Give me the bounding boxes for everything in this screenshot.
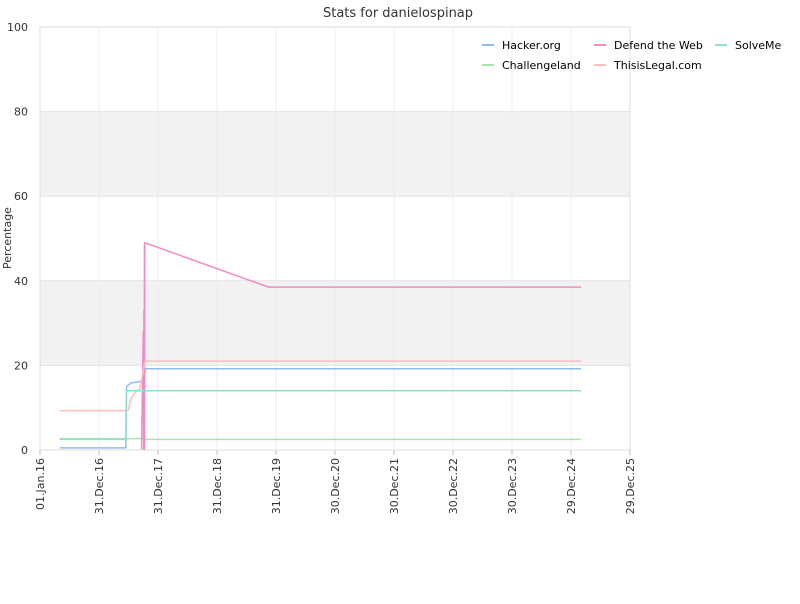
x-tick-label: 29.Dec.25 [624, 458, 637, 514]
legend-item-label[interactable]: Hacker.org [502, 39, 561, 52]
y-axis-label: Percentage [1, 207, 14, 269]
x-tick-label: 29.Dec.24 [565, 458, 578, 514]
chart-container: 0 20 40 60 80 100 01.Jan.16 31.Dec.16 31.Dec.17 3… [0, 0, 800, 600]
legend-item-label[interactable]: ThisisLegal.com [613, 59, 702, 72]
legend-item-label[interactable]: Challengeland [502, 59, 581, 72]
x-tick-label: 31.Dec.19 [270, 458, 283, 514]
x-tick-label: 01.Jan.16 [34, 458, 47, 510]
grid-lines [39, 26, 631, 451]
y-tick-label: 100 [7, 21, 28, 34]
legend: Hacker.org Challengeland Defend the Web Thi… [482, 39, 782, 72]
x-tick-label: 30.Dec.21 [388, 458, 401, 514]
x-tick-label: 30.Dec.22 [447, 458, 460, 514]
legend-item-label[interactable]: Defend the Web [614, 39, 703, 52]
y-tick-label: 80 [14, 106, 28, 119]
series-line-solveme [59, 390, 582, 441]
line-chart: 0 20 40 60 80 100 01.Jan.16 31.Dec.16 31.Dec.17 3… [1, 6, 782, 514]
x-tick-label: 31.Dec.16 [93, 458, 106, 514]
legend-item-label[interactable]: SolveMe [735, 39, 782, 52]
x-tick-label: 31.Dec.17 [152, 458, 165, 514]
series-line-hacker-org [59, 368, 582, 449]
x-tick-label: 30.Dec.20 [329, 458, 342, 514]
y-tick-label: 0 [21, 444, 28, 457]
y-tick-label: 20 [14, 359, 28, 372]
series-line-challengeland [59, 437, 582, 441]
x-tick-label: 31.Dec.18 [211, 458, 224, 514]
axes: 0 20 40 60 80 100 01.Jan.16 31.Dec.16 31.Dec.17 3… [7, 21, 637, 514]
chart-title: Stats for danielospinap [323, 6, 473, 21]
y-tick-label: 60 [14, 190, 28, 203]
y-tick-label: 40 [14, 275, 28, 288]
x-tick-label: 30.Dec.23 [506, 458, 519, 514]
